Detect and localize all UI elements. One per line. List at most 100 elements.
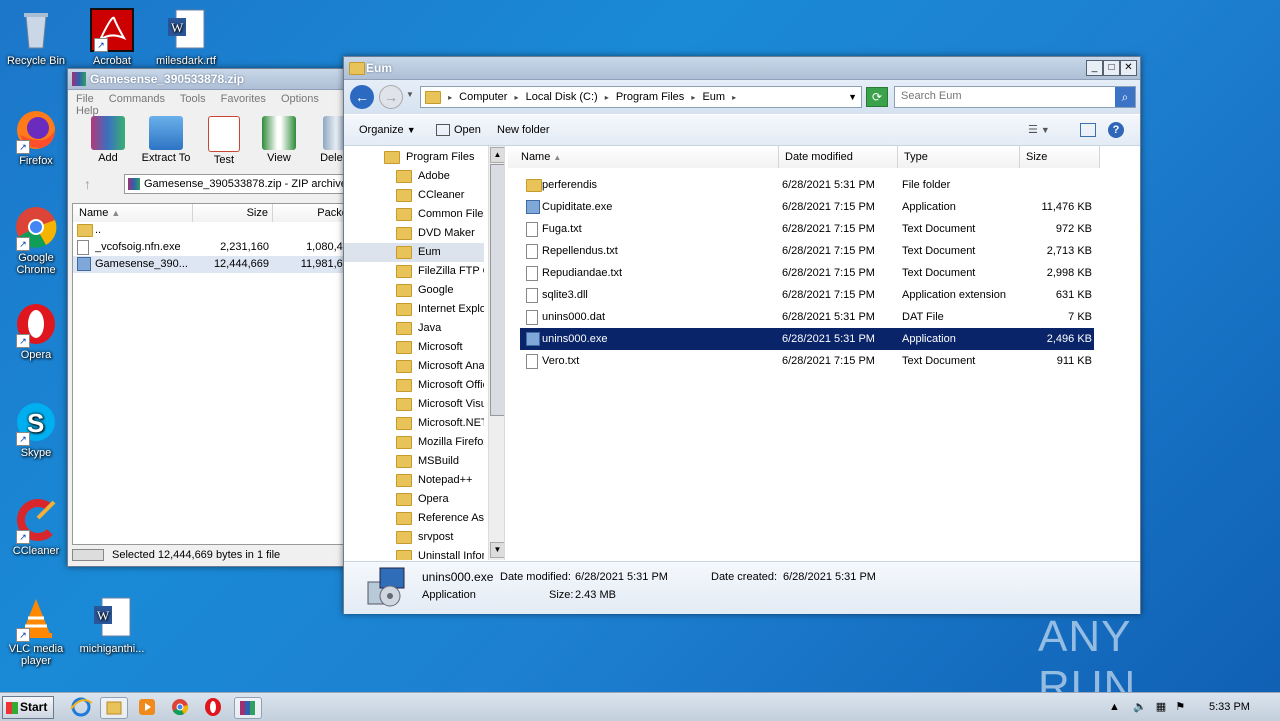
media-player-taskbar-icon[interactable] xyxy=(134,697,160,717)
search-icon[interactable]: ⌕ xyxy=(1115,87,1135,107)
desktop-icon-michiganthi[interactable]: W michiganthi... xyxy=(77,596,147,655)
tree-item-folder[interactable]: CCleaner xyxy=(344,186,484,205)
scroll-thumb[interactable] xyxy=(490,164,504,416)
desktop-icon-chrome[interactable]: ↗ Google Chrome xyxy=(1,205,71,276)
extract-to-button[interactable]: Extract To xyxy=(138,116,194,164)
tree-item-folder[interactable]: Common Files xyxy=(344,205,484,224)
tree-item-folder[interactable]: Uninstall Information xyxy=(344,547,484,560)
forward-button[interactable]: → xyxy=(379,85,403,109)
column-date-modified[interactable]: Date modified xyxy=(779,146,898,168)
tree-item-folder[interactable]: MSBuild xyxy=(344,452,484,471)
tree-item-folder[interactable]: Java xyxy=(344,319,484,338)
close-button[interactable]: ✕ xyxy=(1120,60,1137,76)
explorer-taskbar-icon[interactable] xyxy=(100,697,128,719)
tree-item-program-files[interactable]: Program Files xyxy=(344,148,484,167)
tree-item-folder[interactable]: Microsoft xyxy=(344,338,484,357)
table-row[interactable]: _vcofsoig.nfn.exe 2,231,160 1,080,440 xyxy=(73,239,359,256)
preview-pane-icon[interactable] xyxy=(1080,123,1096,137)
breadcrumb-local-disk[interactable]: Local Disk (C:) xyxy=(526,91,598,103)
search-input[interactable] xyxy=(895,87,1117,105)
menu-commands[interactable]: Commands xyxy=(109,93,165,105)
desktop-icon-vlc[interactable]: ↗ VLC media player xyxy=(1,596,71,667)
flag-icon[interactable]: ⚑ xyxy=(1175,701,1185,713)
breadcrumb-program-files[interactable]: Program Files xyxy=(616,91,684,103)
minimize-button[interactable]: _ xyxy=(1086,60,1103,76)
scroll-up-icon[interactable]: ▲ xyxy=(490,147,504,163)
volume-icon[interactable]: 🔈 xyxy=(1133,701,1147,713)
address-dropdown-icon[interactable]: ▼ xyxy=(848,87,857,107)
menu-favorites[interactable]: Favorites xyxy=(221,93,266,105)
show-hidden-icons-icon[interactable]: ▲ xyxy=(1109,701,1120,713)
column-size[interactable]: Size xyxy=(1020,146,1100,168)
network-icon[interactable]: ▦ xyxy=(1156,701,1166,713)
chrome-taskbar-icon[interactable] xyxy=(167,697,193,717)
tree-item-folder[interactable]: Microsoft.NET xyxy=(344,414,484,433)
column-type[interactable]: Type xyxy=(898,146,1020,168)
file-row[interactable]: Cupiditate.exe 6/28/2021 7:15 PM Applicati… xyxy=(520,196,1094,218)
column-name[interactable]: Name ▲ xyxy=(508,146,779,168)
table-row-selected[interactable]: Gamesense_390... 12,444,669 11,981,602 xyxy=(73,256,359,273)
desktop-icon-milesdark[interactable]: W milesdark.rtf xyxy=(151,8,221,67)
breadcrumb-eum[interactable]: Eum xyxy=(702,91,725,103)
tree-item-folder[interactable]: Adobe xyxy=(344,167,484,186)
file-row-selected[interactable]: unins000.exe 6/28/2021 5:31 PM Application… xyxy=(520,328,1094,350)
explorer-titlebar[interactable]: Eum _ □ ✕ xyxy=(344,57,1140,80)
tree-item-folder[interactable]: Google xyxy=(344,281,484,300)
test-button[interactable]: Test xyxy=(204,116,244,166)
menu-file[interactable]: File xyxy=(76,93,94,105)
refresh-button[interactable]: ⟳ xyxy=(866,87,888,107)
ie-taskbar-icon[interactable] xyxy=(68,697,94,717)
desktop-icon-firefox[interactable]: ↗ Firefox xyxy=(1,108,71,167)
archive-path-field[interactable]: Gamesense_390533878.zip - ZIP archive xyxy=(124,174,360,194)
view-button[interactable]: View xyxy=(258,116,300,164)
breadcrumb-computer[interactable]: Computer xyxy=(459,91,507,103)
up-arrow-icon[interactable]: ↑ xyxy=(84,176,91,192)
tree-item-folder[interactable]: srvpost xyxy=(344,528,484,547)
tree-item-folder[interactable]: Microsoft Analysis xyxy=(344,357,484,376)
file-row[interactable]: Repellendus.txt 6/28/2021 7:15 PM Text Doc… xyxy=(520,240,1094,262)
file-row[interactable]: unins000.dat 6/28/2021 5:31 PM DAT File 7 K… xyxy=(520,306,1094,328)
menu-options[interactable]: Options xyxy=(281,93,319,105)
file-row[interactable]: Fuga.txt 6/28/2021 7:15 PM Text Document 97… xyxy=(520,218,1094,240)
search-box[interactable]: ⌕ xyxy=(894,86,1136,108)
add-button[interactable]: Add xyxy=(86,116,130,164)
desktop-icon-recycle-bin[interactable]: Recycle Bin xyxy=(1,8,71,67)
new-folder-button[interactable]: New folder xyxy=(497,115,550,145)
tree-item-folder[interactable]: DVD Maker xyxy=(344,224,484,243)
file-row[interactable]: perferendis 6/28/2021 5:31 PM File folder xyxy=(520,174,1094,196)
recent-pages-chevron-icon[interactable]: ▼ xyxy=(406,90,414,99)
winrar-titlebar[interactable]: Gamesense_390533878.zip xyxy=(68,69,358,90)
tree-item-folder[interactable]: Internet Explorer xyxy=(344,300,484,319)
desktop-icon-skype[interactable]: S ↗ Skype xyxy=(1,400,71,459)
menu-tools[interactable]: Tools xyxy=(180,93,206,105)
tree-item-folder[interactable]: Mozilla Firefox xyxy=(344,433,484,452)
tree-item-folder[interactable]: Microsoft Office xyxy=(344,376,484,395)
back-button[interactable]: ← xyxy=(350,85,374,109)
file-row[interactable]: Vero.txt 6/28/2021 7:15 PM Text Document 91… xyxy=(520,350,1094,372)
tree-scrollbar[interactable]: ▲ ▼ xyxy=(488,146,504,560)
tree-item-folder[interactable]: Notepad++ xyxy=(344,471,484,490)
view-options-icon[interactable]: ☰ ▼ xyxy=(1028,115,1050,145)
opera-taskbar-icon[interactable] xyxy=(200,697,226,717)
scroll-down-icon[interactable]: ▼ xyxy=(490,542,504,558)
tree-item-folder[interactable]: FileZilla FTP Client xyxy=(344,262,484,281)
start-button[interactable]: Start xyxy=(2,696,54,719)
desktop-icon-ccleaner[interactable]: ↗ CCleaner xyxy=(1,498,71,557)
tree-item-folder[interactable]: Opera xyxy=(344,490,484,509)
desktop-icon-opera[interactable]: ↗ Opera xyxy=(1,302,71,361)
winrar-taskbar-icon[interactable] xyxy=(234,697,262,719)
maximize-button[interactable]: □ xyxy=(1103,60,1120,76)
clock[interactable]: 5:33 PM xyxy=(1209,693,1250,721)
column-name[interactable]: Name ▲ xyxy=(73,204,193,222)
desktop-icon-acrobat[interactable]: ↗ Acrobat xyxy=(77,8,147,67)
tree-item-folder[interactable]: Eum xyxy=(344,243,484,262)
table-row[interactable]: .. xyxy=(73,222,359,239)
address-bar[interactable]: ▸ Computer ▸ Local Disk (C:) ▸ Program F… xyxy=(420,86,862,108)
help-icon[interactable]: ? xyxy=(1108,122,1124,138)
tree-item-folder[interactable]: Reference Assemblies xyxy=(344,509,484,528)
file-row[interactable]: Repudiandae.txt 6/28/2021 7:15 PM Text Doc… xyxy=(520,262,1094,284)
open-button[interactable]: Open xyxy=(436,115,481,145)
organize-button[interactable]: Organize ▼ xyxy=(359,115,416,145)
column-size[interactable]: Size xyxy=(193,204,273,222)
file-row[interactable]: sqlite3.dll 6/28/2021 7:15 PM Application … xyxy=(520,284,1094,306)
